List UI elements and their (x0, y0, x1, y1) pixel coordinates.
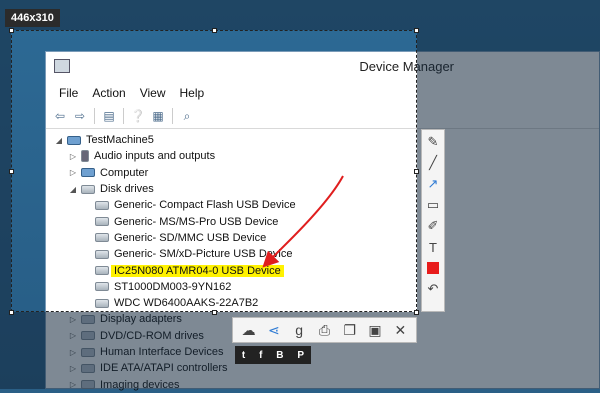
twitter-icon[interactable]: t (242, 350, 245, 361)
expand-toggle-icon[interactable]: ◢ (54, 136, 64, 145)
line-icon[interactable]: ╱ (424, 154, 442, 172)
resize-handle[interactable] (212, 310, 217, 315)
audio-icon (81, 150, 89, 163)
disk-icon (95, 217, 109, 227)
rectangle-icon[interactable]: ▭ (424, 196, 442, 214)
help-icon[interactable]: ❔ (130, 108, 146, 124)
tree-item-label: Generic- SM/xD-Picture USB Device (114, 248, 293, 261)
scan-hardware-icon[interactable]: ⌕ (179, 108, 195, 124)
overlay-dim (0, 30, 11, 389)
properties-icon[interactable]: ▤ (101, 108, 117, 124)
selection-size-badge: 446x310 (5, 9, 60, 27)
blogger-icon[interactable]: B (276, 350, 283, 361)
tree-item-label: Audio inputs and outputs (94, 150, 216, 163)
tree-item-label: Generic- MS/MS-Pro USB Device (114, 215, 279, 228)
menu-help[interactable]: Help (173, 86, 212, 100)
resize-handle[interactable] (212, 28, 217, 33)
menu-file[interactable]: File (52, 86, 85, 100)
tree-item-label: Disk drives (100, 183, 154, 196)
toolbar-divider (94, 108, 95, 124)
color-swatch[interactable] (427, 262, 439, 274)
pen-icon[interactable]: ✎ (424, 133, 442, 151)
overlay-dim (0, 0, 600, 30)
marker-icon[interactable]: ✐ (424, 217, 442, 235)
resize-handle[interactable] (9, 28, 14, 33)
upload-icon[interactable]: ☁ (239, 320, 259, 340)
expand-toggle-icon[interactable]: ▷ (68, 168, 78, 177)
undo-icon[interactable]: ↶ (424, 280, 442, 298)
computer-icon (67, 135, 81, 145)
disk-icon (95, 266, 109, 276)
back-icon[interactable]: ⇦ (52, 108, 68, 124)
resize-handle[interactable] (9, 310, 14, 315)
print-icon[interactable]: ⎙ (314, 320, 334, 340)
expand-toggle-icon[interactable]: ◢ (68, 185, 78, 194)
tree-item-label: TestMachine5 (86, 134, 154, 147)
toolbar-divider (123, 108, 124, 124)
resize-handle[interactable] (9, 169, 14, 174)
social-share-bar: t f B P (235, 346, 311, 364)
close-icon[interactable]: ✕ (390, 320, 410, 340)
expand-toggle-icon[interactable]: ▷ (68, 152, 78, 161)
menu-action[interactable]: Action (85, 86, 132, 100)
search-icon[interactable]: g (289, 320, 309, 340)
resize-handle[interactable] (414, 28, 419, 33)
tree-item-label: ST1000DM003-9YN162 (114, 280, 232, 293)
tree-item-label: Computer (100, 166, 149, 179)
forward-icon[interactable]: ⇨ (72, 108, 88, 124)
tree-item-label: WDC WD6400AAKS-22A7B2 (114, 297, 259, 310)
tree-item-label: Generic- Compact Flash USB Device (114, 199, 296, 212)
resize-handle[interactable] (414, 169, 419, 174)
computer-icon (81, 168, 95, 178)
disk-icon (95, 233, 109, 243)
disk-icon (95, 298, 109, 308)
facebook-icon[interactable]: f (259, 350, 262, 361)
text-icon[interactable]: T (424, 238, 442, 256)
tree-item-label: Generic- SD/MMC USB Device (114, 231, 267, 244)
disk-icon (81, 184, 95, 194)
action-toolbar: ☁ ⋖ g ⎙ ❐ ▣ ✕ (232, 317, 417, 343)
arrow-icon[interactable]: ↗ (424, 175, 442, 193)
share-icon[interactable]: ⋖ (264, 320, 284, 340)
drawing-toolbar: ✎ ╱ ↗ ▭ ✐ T ↶ (421, 129, 445, 312)
toolbar-divider (172, 108, 173, 124)
device-view-icon[interactable]: ▦ (150, 108, 166, 124)
disk-icon (95, 249, 109, 259)
pinterest-icon[interactable]: P (297, 350, 304, 361)
disk-icon (95, 200, 109, 210)
copy-icon[interactable]: ❐ (340, 320, 360, 340)
menu-view[interactable]: View (133, 86, 173, 100)
tree-item-label: IC25N080 ATMR04-0 USB Device (111, 264, 284, 277)
disk-icon (95, 282, 109, 292)
resize-handle[interactable] (414, 310, 419, 315)
save-icon[interactable]: ▣ (365, 320, 385, 340)
